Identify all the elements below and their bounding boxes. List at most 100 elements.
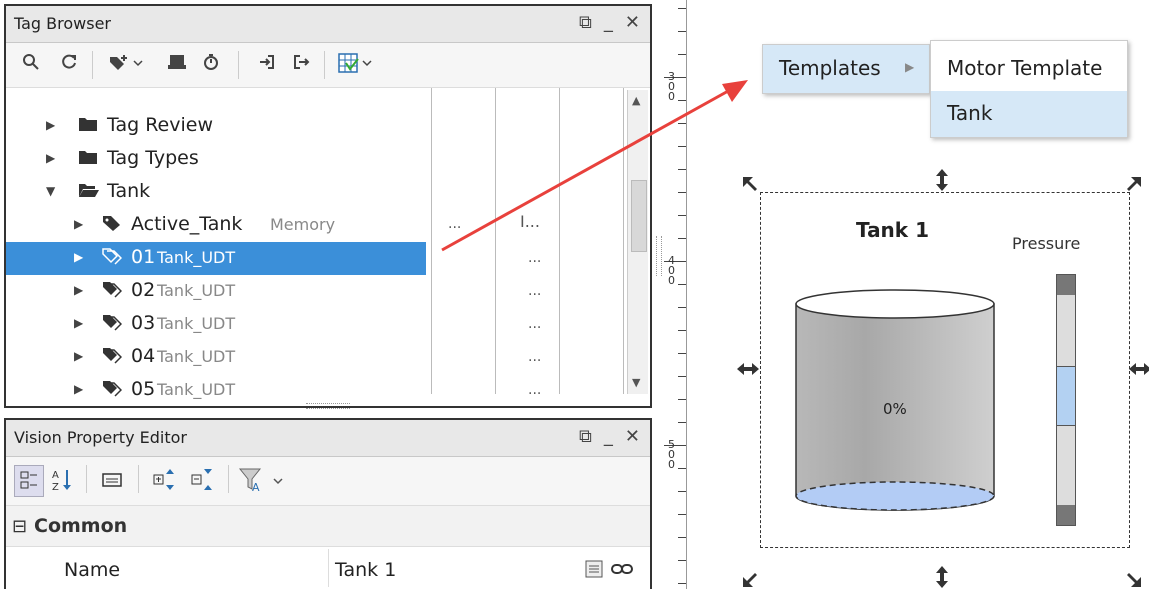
timer-icon[interactable] [198,53,224,77]
pressure-label: Pressure [1012,234,1081,253]
menu-item-motor-template[interactable]: Motor Template [947,56,1102,80]
resize-w-icon[interactable] [736,361,760,381]
tree-row-04[interactable]: ▶ 04 Tank_UDT [6,341,426,374]
minimize-panel-button[interactable]: _ [604,12,613,33]
tree-label: 05 [131,378,156,400]
tree-label: 03 [131,312,156,334]
search-icon[interactable] [18,53,44,77]
database-icon[interactable] [164,53,190,77]
categorized-view-icon[interactable] [14,465,44,497]
ruler-tick [678,422,686,423]
expand-arrow-icon[interactable]: ▶ [74,349,83,363]
ruler-tick [678,399,686,400]
ruler-tick [678,468,686,469]
ruler-tick [678,491,686,492]
tree-row-tank[interactable]: ▼ Tank [6,176,426,209]
tree-row-03[interactable]: ▶ 03 Tank_UDT [6,308,426,341]
description-icon[interactable] [102,471,122,493]
edit-script-icon[interactable] [584,559,604,583]
tank-title: Tank 1 [856,218,929,242]
menu-item-tank[interactable]: Tank [931,91,1127,137]
resize-sw-icon[interactable] [740,570,760,593]
tag-type: Tank_UDT [157,380,236,399]
svg-text:Z: Z [52,482,59,493]
section-title: Common [34,515,128,537]
resize-se-icon[interactable] [1124,570,1144,593]
tag-type: Tank_UDT [157,314,236,333]
ruler-label: 5 0 0 [668,438,675,471]
tree-row-02[interactable]: ▶ 02 Tank_UDT [6,275,426,308]
tag-value-cell: ... [528,382,542,398]
ruler-tick [678,330,686,331]
collapse-all-icon[interactable] [190,467,216,497]
expand-arrow-icon[interactable]: ▶ [46,151,55,165]
scroll-down-icon[interactable]: ▼ [632,376,640,389]
tree-label: Tank [107,180,151,202]
tag-type: Tank_UDT [157,281,236,300]
folder-icon [78,115,98,138]
tag-value-cell: ... [528,316,542,332]
table-view-icon[interactable] [336,53,376,77]
ruler-tick [678,8,686,9]
add-tag-icon[interactable] [106,53,146,77]
name-value: Tank 1 [335,559,397,581]
tree-row-tag-types[interactable]: ▶ Tag Types [6,143,426,176]
ruler-tick [678,376,686,377]
tree-label: 01 [131,246,156,268]
tree-label: 04 [131,345,156,367]
expand-arrow-icon[interactable]: ▶ [74,217,83,231]
name-value-field[interactable]: Tank 1 [328,549,561,587]
tree-label: Active_Tank [131,213,243,235]
udt-instance-icon [102,280,123,303]
tag-type: Tank_UDT [157,347,236,366]
udt-instance-icon [102,346,123,369]
binding-link-icon[interactable] [610,559,634,583]
resize-grip[interactable] [306,403,350,409]
tree-row-01[interactable]: ▶ 01 Tank_UDT [6,242,426,275]
resize-e-icon[interactable] [1128,361,1149,381]
resize-n-icon[interactable] [934,168,950,196]
collapse-arrow-icon[interactable]: ▼ [46,184,55,198]
tag-type: Memory [270,215,336,234]
tag-value-cell: ... [528,283,542,299]
close-panel-button[interactable]: ✕ [625,426,640,447]
section-collapse-icon[interactable]: ⊟ [12,516,27,537]
section-header[interactable]: ⊟ Common [6,506,650,547]
resize-ne-icon[interactable] [1124,174,1144,198]
tag-tree: ▶ Tag Review ▶ Tag Types ▼ Tank ▶ Active… [6,88,426,400]
panel-title: Vision Property Editor [14,428,187,447]
tree-row-tag-review[interactable]: ▶ Tag Review [6,110,426,143]
expand-arrow-icon[interactable]: ▶ [74,283,83,297]
expand-arrow-icon[interactable]: ▶ [74,250,83,264]
tree-row-active-tank[interactable]: ▶ Active_Tank Memory [6,209,426,242]
expand-arrow-icon[interactable]: ▶ [74,316,83,330]
tree-row-05[interactable]: ▶ 05 Tank_UDT [6,374,426,407]
export-icon[interactable] [288,53,314,77]
tank-level-text: 0% [883,400,907,418]
panel-title: Tag Browser [14,14,112,33]
sort-alpha-icon[interactable]: AZ [50,467,74,497]
annotation-arrow [441,80,748,252]
float-panel-button[interactable]: ⧉ [579,426,592,447]
filter-icon[interactable]: A [238,465,286,499]
context-menu: Templates ▶ [762,44,930,94]
float-panel-button[interactable]: ⧉ [579,12,592,33]
property-editor-panel: Vision Property Editor ⧉ _ ✕ AZ A ⊟ Comm… [4,418,652,589]
tag-value-cell: ... [528,349,542,365]
menu-item-templates[interactable]: Templates [779,56,881,80]
minimize-panel-button[interactable]: _ [604,426,613,447]
ruler-tick [678,537,686,538]
svg-text:A: A [52,470,59,481]
ruler-tick [678,353,686,354]
folder-icon [78,148,98,171]
close-panel-button[interactable]: ✕ [625,12,640,33]
refresh-icon[interactable] [56,53,82,77]
property-label: Name [64,559,121,581]
expand-arrow-icon[interactable]: ▶ [74,382,83,396]
tree-label: Tag Review [107,114,213,136]
import-icon[interactable] [254,53,280,77]
pressure-bar [1056,274,1076,526]
expand-arrow-icon[interactable]: ▶ [46,118,55,132]
expand-all-icon[interactable] [152,467,178,497]
open-folder-icon [78,181,100,204]
